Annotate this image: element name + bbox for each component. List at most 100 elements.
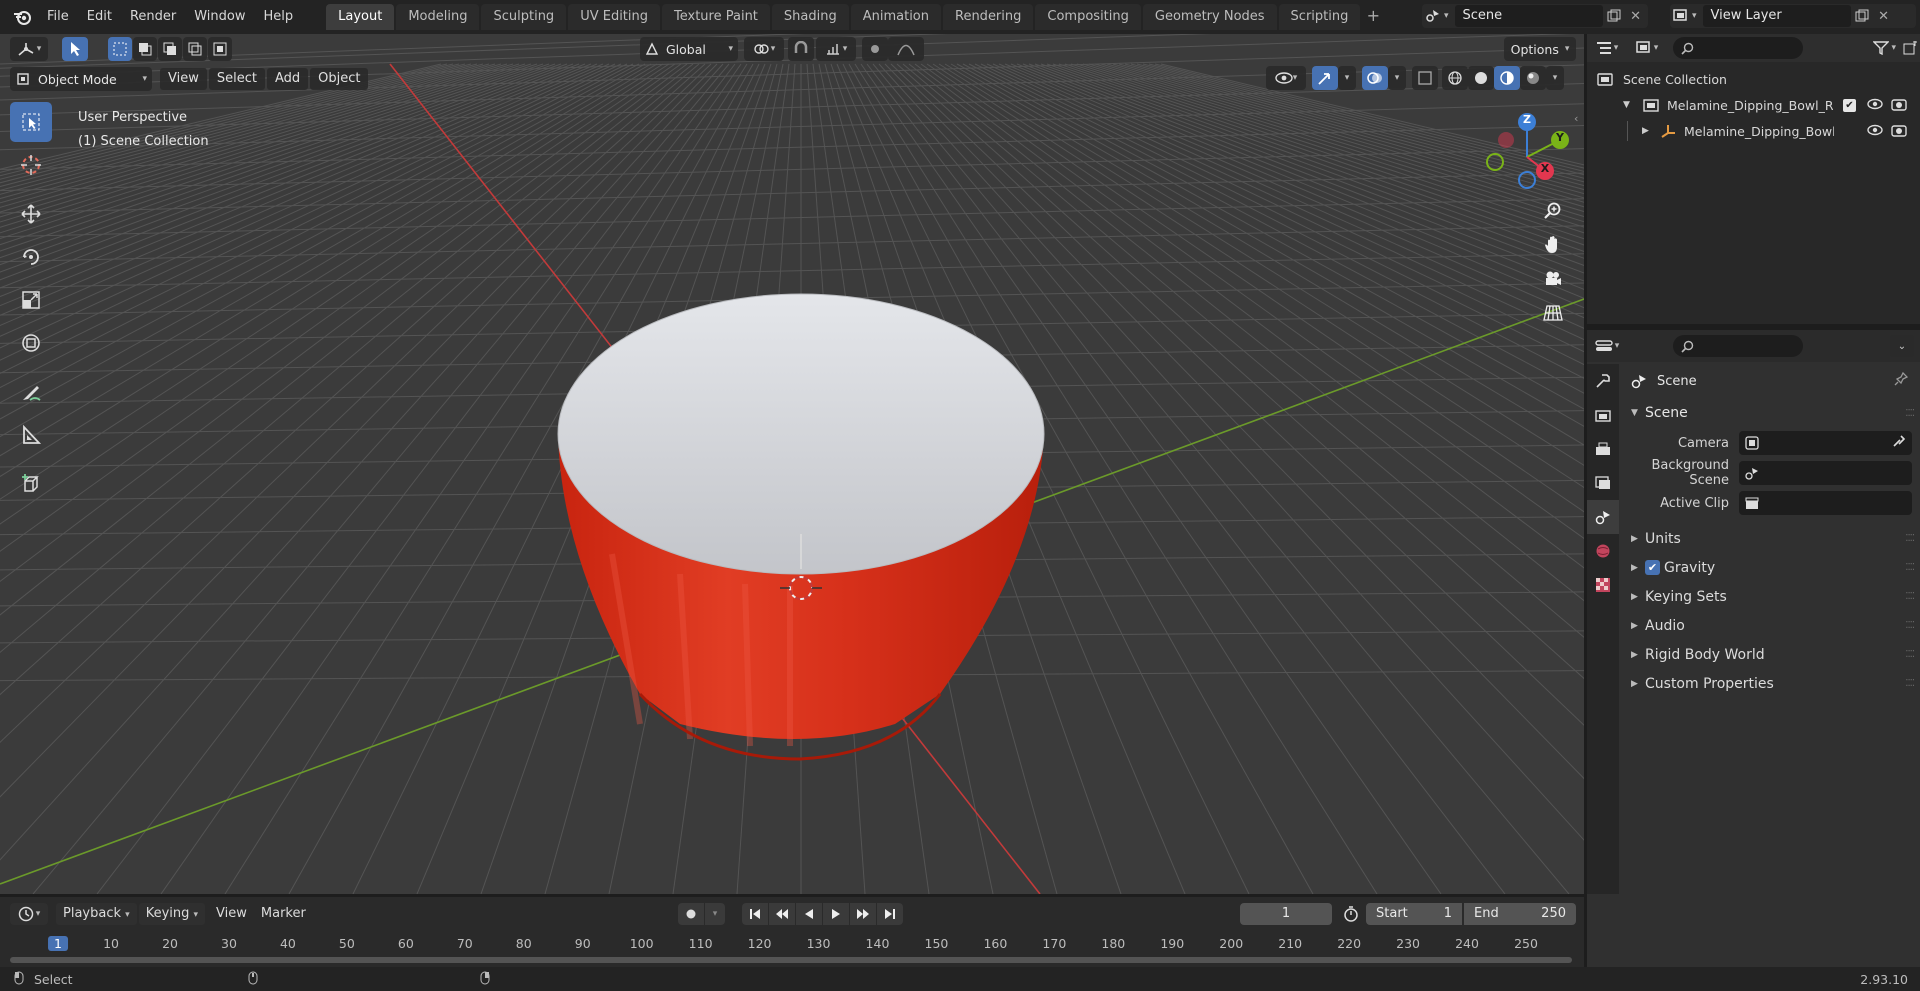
- chevron-down-icon[interactable]: ▾: [705, 903, 725, 925]
- jump-start-icon[interactable]: [742, 903, 768, 925]
- menu-window[interactable]: Window: [185, 2, 254, 32]
- camera-render-icon[interactable]: [1891, 123, 1907, 140]
- record-icon[interactable]: [678, 903, 704, 925]
- world-tab-icon[interactable]: [1587, 534, 1619, 568]
- new-collection-icon[interactable]: [1900, 41, 1920, 55]
- select-new-icon[interactable]: [108, 37, 132, 61]
- shading-wireframe-icon[interactable]: [1442, 66, 1468, 90]
- move-tool-icon[interactable]: [10, 194, 52, 234]
- duplicate-scene-icon[interactable]: [1603, 5, 1625, 27]
- end-frame-field[interactable]: End 250: [1464, 903, 1576, 925]
- collapse-sidebar-icon[interactable]: ‹: [1574, 112, 1578, 125]
- chevron-down-icon[interactable]: ▾: [1338, 66, 1356, 90]
- tab-animation[interactable]: Animation: [850, 4, 941, 30]
- menu-help[interactable]: Help: [255, 2, 303, 32]
- active-clip-field[interactable]: [1739, 491, 1912, 515]
- eyedropper-icon[interactable]: [1892, 434, 1906, 452]
- custom-properties-panel[interactable]: ▶ Custom Properties ⁚⁚⁚⁚: [1621, 669, 1920, 698]
- 3d-viewport[interactable]: Z Y X ▾ Global ▾ ▾ ▾ Options ▾ Object Mo…: [0, 34, 1584, 894]
- add-workspace-icon[interactable]: +: [1362, 4, 1384, 30]
- annotate-tool-icon[interactable]: [10, 372, 52, 412]
- tab-texture-paint[interactable]: Texture Paint: [662, 4, 770, 30]
- options-dropdown[interactable]: Options ▾: [1504, 37, 1576, 61]
- viewport-menu-add[interactable]: Add: [266, 68, 309, 90]
- camera-field[interactable]: [1739, 431, 1912, 455]
- keying-menu[interactable]: Keying ▾: [138, 903, 206, 925]
- shading-solid-icon[interactable]: [1468, 66, 1494, 90]
- select-extend-icon[interactable]: [133, 37, 157, 61]
- texture-tab-icon[interactable]: [1587, 568, 1619, 602]
- drag-handle-icon[interactable]: ⁚⁚⁚⁚: [1905, 408, 1915, 419]
- chevron-down-icon[interactable]: ▾: [1546, 66, 1564, 90]
- stopwatch-icon[interactable]: [1340, 903, 1362, 925]
- tab-compositing[interactable]: Compositing: [1035, 4, 1141, 30]
- keying-sets-panel[interactable]: ▶ Keying Sets ⁚⁚⁚⁚: [1621, 582, 1920, 611]
- select-subtract-icon[interactable]: [158, 37, 182, 61]
- shading-rendered-icon[interactable]: [1520, 66, 1546, 90]
- editor-type-button[interactable]: ▾: [10, 37, 48, 61]
- transform-tool-icon[interactable]: [10, 323, 52, 363]
- menu-render[interactable]: Render: [121, 2, 185, 32]
- pan-hand-icon[interactable]: [1538, 230, 1568, 260]
- scene-panel-header[interactable]: ▼ Scene ⁚⁚⁚⁚: [1621, 398, 1920, 428]
- outliner-scene-collection[interactable]: Scene Collection: [1587, 66, 1920, 92]
- proportional-edit-icon[interactable]: [862, 37, 888, 61]
- tab-geometry-nodes[interactable]: Geometry Nodes: [1142, 4, 1277, 30]
- pin-icon[interactable]: [1894, 371, 1909, 390]
- filter-dropdown[interactable]: ▾: [1873, 41, 1896, 55]
- scale-tool-icon[interactable]: [10, 280, 52, 320]
- overlays-toggle-icon[interactable]: [1362, 66, 1388, 90]
- start-frame-field[interactable]: Start 1: [1366, 903, 1462, 925]
- play-reverse-icon[interactable]: [796, 903, 822, 925]
- timeline-scrollbar[interactable]: [10, 957, 1572, 963]
- chevron-down-icon[interactable]: ▾: [1692, 11, 1697, 21]
- gizmo-z-label[interactable]: Z: [1519, 113, 1535, 126]
- select-intersect-icon[interactable]: [208, 37, 232, 61]
- add-cube-tool-icon[interactable]: [10, 464, 52, 504]
- render-tab-icon[interactable]: [1587, 398, 1619, 432]
- camera-render-icon[interactable]: [1891, 97, 1907, 114]
- viewport-menu-object[interactable]: Object: [310, 68, 369, 90]
- tab-scripting[interactable]: Scripting: [1278, 4, 1361, 30]
- properties-search-input[interactable]: [1673, 335, 1803, 357]
- outliner-object-row[interactable]: ▶ Melamine_Dipping_Bowl_: [1587, 118, 1920, 144]
- output-tab-icon[interactable]: [1587, 432, 1619, 466]
- tab-sculpting[interactable]: Sculpting: [481, 4, 567, 30]
- blender-logo-icon[interactable]: [6, 2, 38, 32]
- chevron-down-icon[interactable]: ⌄: [1890, 335, 1914, 357]
- tab-shading[interactable]: Shading: [771, 4, 849, 30]
- scene-tab-icon[interactable]: [1587, 500, 1619, 534]
- current-frame-field[interactable]: 1: [1240, 903, 1332, 925]
- exclude-checkbox-icon[interactable]: ✔: [1843, 98, 1856, 112]
- rigid-body-world-panel[interactable]: ▶ Rigid Body World ⁚⁚⁚⁚: [1621, 640, 1920, 669]
- measure-tool-icon[interactable]: [10, 415, 52, 455]
- perspective-grid-icon[interactable]: [1538, 298, 1568, 328]
- visibility-dropdown[interactable]: ▾: [1266, 66, 1306, 90]
- display-mode-button[interactable]: ▾: [1627, 41, 1667, 55]
- viewport-menu-select[interactable]: Select: [208, 68, 265, 90]
- timeline-editor-type-button[interactable]: ▾: [10, 903, 48, 925]
- tab-modeling[interactable]: Modeling: [396, 4, 480, 30]
- expand-arrow-icon[interactable]: ▼: [1623, 100, 1635, 110]
- outliner-search-input[interactable]: [1673, 37, 1803, 59]
- close-icon[interactable]: ✕: [1625, 5, 1647, 27]
- background-scene-field[interactable]: [1739, 461, 1912, 485]
- playback-menu[interactable]: Playback ▾: [56, 903, 137, 925]
- properties-editor-type-button[interactable]: ▾: [1587, 339, 1627, 353]
- snap-target-dropdown[interactable]: ▾: [816, 37, 856, 61]
- prev-keyframe-icon[interactable]: [769, 903, 795, 925]
- cursor-tool-icon[interactable]: [10, 145, 52, 185]
- audio-panel[interactable]: ▶ Audio ⁚⁚⁚⁚: [1621, 611, 1920, 640]
- close-icon[interactable]: ✕: [1873, 5, 1895, 27]
- camera-view-icon[interactable]: [1538, 264, 1568, 294]
- shading-material-icon[interactable]: [1494, 66, 1520, 90]
- gravity-checkbox[interactable]: ✔: [1645, 560, 1660, 575]
- pivot-point-dropdown[interactable]: ▾: [744, 37, 784, 61]
- viewport-menu-view[interactable]: View: [160, 68, 207, 90]
- outliner-collection-row[interactable]: ▼ Melamine_Dipping_Bowl_Rou ✔: [1587, 92, 1920, 118]
- falloff-dropdown[interactable]: [888, 37, 924, 61]
- expand-arrow-icon[interactable]: ▶: [1642, 126, 1654, 136]
- play-icon[interactable]: [823, 903, 849, 925]
- gravity-panel[interactable]: ▶ ✔ Gravity ⁚⁚⁚⁚: [1621, 553, 1920, 582]
- gizmo-x-label[interactable]: X: [1537, 162, 1553, 175]
